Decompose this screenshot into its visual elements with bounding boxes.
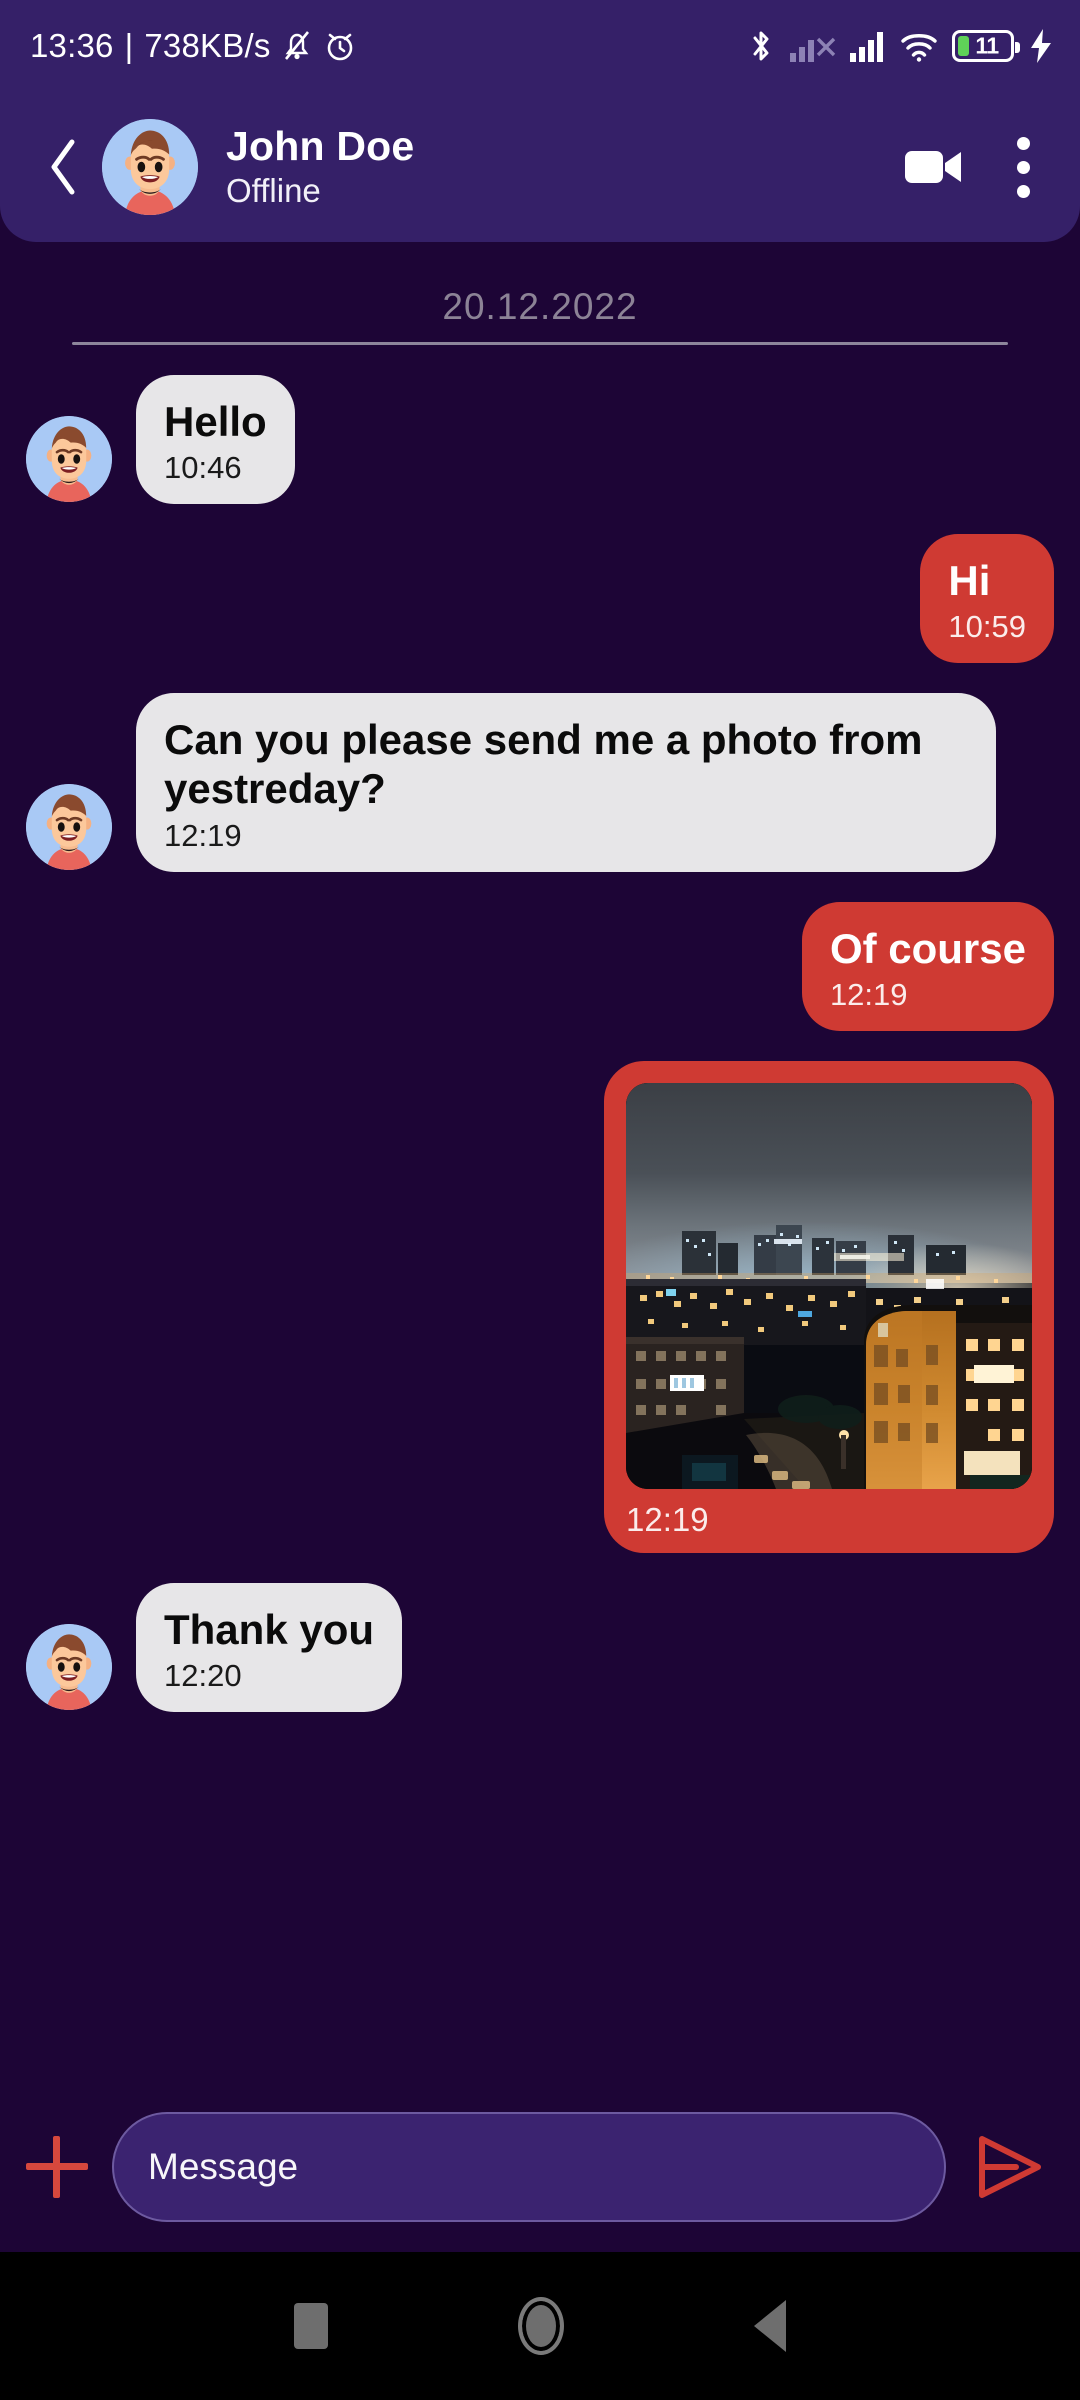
overflow-menu-button[interactable] [1011, 131, 1036, 204]
plus-icon[interactable] [26, 2136, 88, 2198]
bell-muted-icon [284, 31, 309, 60]
photo-attachment[interactable] [626, 1082, 1032, 1489]
network-speed: 738KB/s [144, 27, 271, 64]
message-time: 12:20 [164, 1657, 242, 1693]
message-row-incoming[interactable]: Hello 10:46 [26, 375, 1054, 505]
status-bar-left: 13:36 | 738KB/s [30, 27, 357, 65]
message-time: 10:59 [948, 609, 1026, 645]
status-bar-right: 11 [746, 28, 1054, 64]
charging-bolt-icon [1031, 29, 1051, 63]
message-bubble[interactable]: Hello 10:46 [136, 375, 295, 505]
contact-avatar-icon [102, 119, 198, 215]
night-city-photo [626, 1082, 1032, 1489]
message-input-placeholder: Message [148, 2146, 299, 2187]
message-list[interactable]: 20.12.2022 Hello 10:46 Hi 10:59 Can you … [0, 242, 1080, 2082]
message-avatar [26, 1623, 112, 1710]
phone-screen: 13:36 | 738KB/s 11 John Doe Offline 20.1… [0, 0, 1080, 2400]
avatar[interactable] [102, 119, 198, 215]
status-separator: | [124, 27, 134, 64]
contact-avatar-icon [26, 1623, 112, 1710]
message-row-outgoing[interactable]: Of course 12:19 [26, 901, 1054, 1031]
message-text: Hi [948, 557, 991, 605]
app-bar: John Doe Offline [0, 92, 1080, 242]
menu-dot [1017, 136, 1030, 150]
message-bubble[interactable]: Of course 12:19 [801, 901, 1054, 1031]
signal-bars-icon [850, 32, 883, 62]
back-button[interactable] [36, 132, 90, 202]
app-bar-actions [905, 131, 1036, 204]
battery-level: 11 [975, 32, 999, 59]
send-button[interactable] [970, 2129, 1046, 2205]
message-bubble[interactable]: Can you please send me a photo from yest… [136, 693, 996, 872]
message-row-outgoing[interactable]: Hi 10:59 [26, 534, 1054, 664]
bluetooth-icon [753, 31, 769, 61]
recents-square-icon[interactable] [294, 2303, 328, 2349]
page-title: John Doe [226, 123, 415, 170]
message-avatar [26, 783, 112, 870]
date-divider-label: 20.12.2022 [442, 286, 638, 327]
status-bar: 13:36 | 738KB/s 11 [0, 0, 1080, 92]
message-text: Of course [829, 924, 1026, 972]
status-time: 13:36 [30, 27, 114, 64]
message-row-incoming[interactable]: Can you please send me a photo from yest… [26, 693, 1054, 872]
message-time: 10:46 [164, 450, 242, 486]
wifi-icon [901, 34, 937, 62]
message-text: Can you please send me a photo from yest… [164, 716, 923, 813]
alarm-icon [327, 33, 352, 61]
photo-message-bubble[interactable]: 12:19 [604, 1060, 1054, 1553]
send-icon [979, 2136, 1041, 2198]
message-row-outgoing-photo[interactable]: 12:19 [26, 1060, 1054, 1553]
android-nav-bar [0, 2252, 1080, 2400]
message-bubble[interactable]: Thank you 12:20 [136, 1582, 403, 1712]
message-time: 12:19 [829, 976, 908, 1012]
back-chevron-icon [51, 139, 75, 195]
message-time: 12:19 [626, 1500, 709, 1538]
menu-dot [1017, 160, 1030, 174]
contact-avatar-icon [26, 416, 112, 503]
home-circle-icon[interactable] [518, 2297, 564, 2355]
message-text: Thank you [164, 1605, 375, 1653]
message-avatar [26, 416, 112, 503]
message-input[interactable]: Message [112, 2112, 946, 2222]
message-time: 12:19 [164, 817, 242, 853]
message-row-incoming[interactable]: Thank you 12:20 [26, 1582, 1054, 1712]
menu-dot [1017, 184, 1030, 198]
message-text: Hello [164, 398, 267, 445]
date-divider: 20.12.2022 [26, 242, 1054, 345]
composer-bar: Message [0, 2082, 1080, 2252]
date-divider-rule [72, 342, 1008, 345]
contact-avatar-icon [26, 783, 112, 870]
battery-icon: 11 [952, 30, 1020, 62]
peer-info: John Doe Offline [226, 123, 415, 210]
signal-no-sim-icon [790, 37, 836, 62]
back-triangle-icon[interactable] [754, 2300, 786, 2352]
message-bubble[interactable]: Hi 10:59 [920, 534, 1054, 664]
video-camera-icon[interactable] [905, 147, 961, 187]
presence-status: Offline [226, 171, 321, 209]
